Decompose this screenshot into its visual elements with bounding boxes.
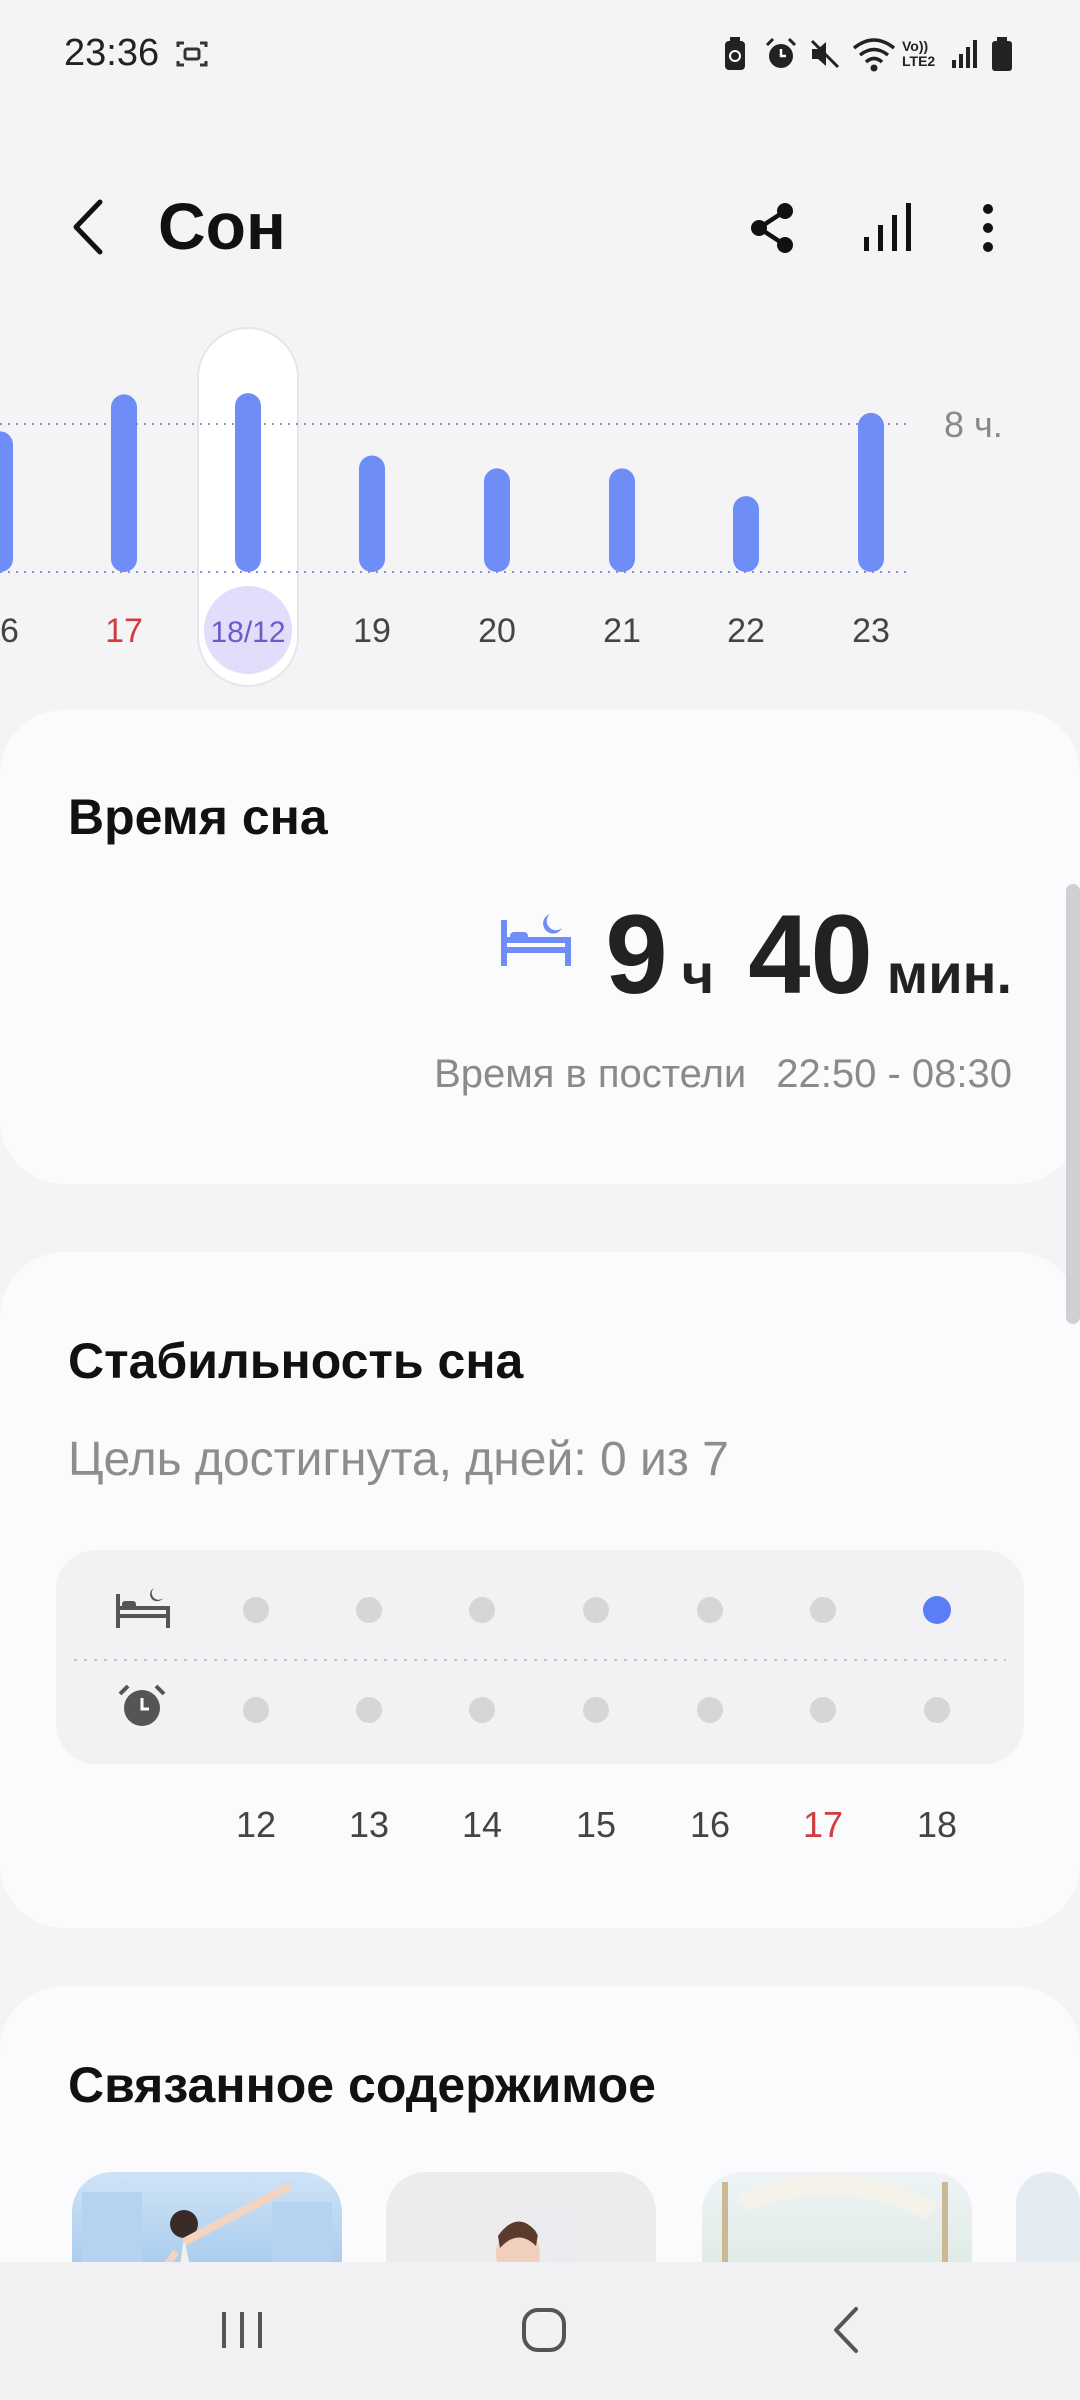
lte-indicator: Vo)) LTE2 bbox=[902, 38, 936, 69]
bedtime-dot bbox=[356, 1597, 382, 1623]
more-options-button[interactable] bbox=[952, 192, 1024, 264]
sleep-minutes-unit: мин. bbox=[886, 942, 1012, 1005]
share-button[interactable] bbox=[736, 192, 808, 264]
sleep-bar[interactable] bbox=[359, 455, 385, 572]
wake-dot bbox=[583, 1697, 609, 1723]
wake-dot bbox=[356, 1697, 382, 1723]
wake-dot bbox=[469, 1697, 495, 1723]
stability-day-label: 14 bbox=[461, 1804, 503, 1845]
wake-dot bbox=[243, 1697, 269, 1723]
bedtime-dot bbox=[243, 1597, 269, 1623]
bed-icon bbox=[500, 910, 572, 975]
sleep-hours: 9 bbox=[605, 892, 668, 1017]
navigation-bar bbox=[0, 2262, 1080, 2400]
stability-day-label: 15 bbox=[575, 1804, 617, 1845]
recent-apps-icon bbox=[222, 2312, 262, 2348]
recent-apps-button[interactable] bbox=[182, 2290, 302, 2370]
sleep-time-title: Время сна bbox=[68, 789, 328, 845]
bar-chart-icon bbox=[864, 203, 911, 251]
stability-grid-plot bbox=[74, 1588, 1006, 1726]
bedtime-dot bbox=[583, 1597, 609, 1623]
screen-record-icon bbox=[174, 34, 210, 74]
related-content-title: Связанное содержимое bbox=[68, 2057, 656, 2113]
bedtime-row-icon bbox=[116, 1588, 170, 1628]
sleep-stability-card[interactable]: Стабильность сна Цель достигнута, дней: … bbox=[0, 1252, 1080, 1928]
mute-icon bbox=[808, 34, 842, 74]
wake-dot bbox=[697, 1697, 723, 1723]
chart-day-label[interactable]: 22 bbox=[727, 612, 765, 650]
stability-day-labels: 12 13 14 15 16 17 18 bbox=[0, 1804, 1080, 1854]
stability-day-label: 16 bbox=[689, 1804, 731, 1845]
sleep-bar[interactable] bbox=[733, 496, 759, 572]
sleep-stability-title: Стабильность сна bbox=[68, 1333, 524, 1389]
sleep-time-card[interactable]: Время сна 9 ч 40 мин. Время в постели 22:… bbox=[0, 710, 1080, 1184]
sleep-minutes: 40 bbox=[748, 892, 873, 1017]
sleep-bar[interactable] bbox=[609, 468, 635, 572]
time-in-bed-range: 22:50 - 08:30 bbox=[776, 1052, 1012, 1096]
chart-day-label[interactable]: 21 bbox=[603, 612, 641, 650]
chart-reference-label: 8 ч. bbox=[944, 404, 1003, 445]
chart-day-label[interactable]: 20 bbox=[478, 612, 516, 650]
chart-day-label[interactable]: 17 bbox=[105, 612, 143, 650]
sleep-bar[interactable] bbox=[111, 394, 137, 572]
stability-day-label: 12 bbox=[235, 1804, 277, 1845]
app-bar: Сон bbox=[0, 170, 1080, 290]
sleep-chart-plot: 16 17 18/12 19 20 21 22 23 bbox=[0, 327, 912, 687]
stability-day-label: 17 bbox=[802, 1804, 844, 1845]
wake-dot bbox=[810, 1697, 836, 1723]
alarm-icon bbox=[764, 34, 798, 74]
nav-back-icon bbox=[834, 2307, 858, 2353]
sleep-bar[interactable] bbox=[0, 431, 13, 572]
back-button[interactable] bbox=[56, 192, 126, 262]
bedtime-dot bbox=[923, 1596, 951, 1624]
chart-day-label[interactable]: 16 bbox=[0, 612, 19, 650]
sleep-duration: 9 ч 40 мин. bbox=[605, 890, 1012, 1019]
chart-day-label[interactable]: 19 bbox=[353, 612, 391, 650]
wake-row-icon bbox=[118, 1684, 166, 1726]
nav-back-button[interactable] bbox=[786, 2290, 906, 2370]
sleep-chart[interactable]: 16 17 18/12 19 20 21 22 23 8 ч. bbox=[0, 320, 1080, 700]
sleep-bar[interactable] bbox=[484, 468, 510, 572]
battery-icon bbox=[990, 34, 1014, 74]
sleep-bar[interactable] bbox=[235, 393, 261, 572]
page-title: Сон bbox=[158, 189, 286, 263]
more-vertical-icon bbox=[983, 204, 993, 252]
sleep-stability-subtitle: Цель достигнута, дней: 0 из 7 bbox=[68, 1433, 729, 1486]
chart-day-label[interactable]: 23 bbox=[852, 612, 890, 650]
sleep-hours-unit: ч bbox=[681, 942, 715, 1005]
battery-saver-icon bbox=[722, 34, 748, 74]
home-icon bbox=[522, 2308, 566, 2352]
time-in-bed-row: Время в постели 22:50 - 08:30 bbox=[434, 1052, 1012, 1097]
signal-icon bbox=[950, 34, 980, 74]
stability-day-label: 18 bbox=[916, 1804, 958, 1845]
sleep-bar[interactable] bbox=[858, 412, 884, 572]
stability-day-label: 13 bbox=[348, 1804, 390, 1845]
wifi-icon bbox=[852, 34, 896, 74]
bedtime-dot bbox=[469, 1597, 495, 1623]
share-icon bbox=[751, 203, 793, 253]
stats-button[interactable] bbox=[852, 192, 924, 264]
wake-dot bbox=[924, 1697, 950, 1723]
bedtime-dot bbox=[697, 1597, 723, 1623]
chart-day-label[interactable]: 18/12 bbox=[210, 616, 285, 649]
home-button[interactable] bbox=[484, 2290, 604, 2370]
scrollbar[interactable] bbox=[1066, 884, 1080, 1324]
status-time: 23:36 bbox=[64, 32, 160, 74]
back-arrow-icon bbox=[73, 199, 103, 255]
status-bar: 23:36 Vo)) LTE2 bbox=[0, 0, 1080, 110]
time-in-bed-label: Время в постели bbox=[434, 1052, 747, 1096]
bedtime-dot bbox=[810, 1597, 836, 1623]
stability-grid bbox=[56, 1550, 1024, 1764]
